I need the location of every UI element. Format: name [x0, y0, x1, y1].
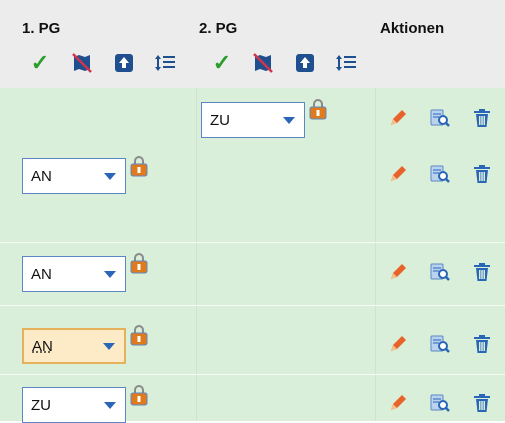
chevron-down-icon [104, 270, 116, 278]
lock-icon[interactable] [130, 384, 148, 406]
pg1-state-select[interactable]: ZU [22, 387, 126, 423]
delete-icon[interactable] [471, 163, 493, 185]
column-title-pg2: 2. PG [199, 20, 238, 37]
lock-icon[interactable] [130, 155, 148, 177]
row-divider [0, 305, 505, 306]
check-icon[interactable]: ✓ [29, 52, 51, 74]
chevron-down-icon [104, 172, 116, 180]
delete-icon[interactable] [471, 261, 493, 283]
row-divider [0, 374, 505, 375]
view-details-icon[interactable] [429, 392, 451, 414]
view-details-icon[interactable] [429, 163, 451, 185]
pg1-state-select[interactable]: AN [22, 256, 126, 292]
select-value: ZU [210, 111, 230, 129]
sort-lines-icon[interactable] [335, 52, 357, 74]
chevron-down-icon [103, 342, 115, 350]
pg1-state-select[interactable]: AN [22, 158, 126, 194]
map-off-icon[interactable] [252, 52, 274, 74]
lock-icon[interactable] [309, 98, 327, 120]
upload-icon[interactable] [113, 52, 135, 74]
select-value: ZU [31, 396, 51, 414]
check-icon[interactable]: ✓ [211, 52, 233, 74]
column-title-actions: Aktionen [380, 20, 445, 37]
delete-icon[interactable] [471, 392, 493, 414]
delete-icon[interactable] [471, 107, 493, 129]
column-divider [196, 88, 197, 421]
edit-icon[interactable] [387, 163, 409, 185]
chevron-down-icon [104, 401, 116, 409]
upload-icon[interactable] [294, 52, 316, 74]
table-header: 1. PG 2. PG Aktionen ✓ ✓ [0, 0, 505, 88]
select-value: AN [31, 167, 52, 185]
lock-icon[interactable] [130, 324, 148, 346]
select-value: AN [31, 265, 52, 283]
row-divider [0, 242, 505, 243]
view-details-icon[interactable] [429, 333, 451, 355]
view-details-icon[interactable] [429, 261, 451, 283]
edit-icon[interactable] [387, 392, 409, 414]
column-title-pg1: 1. PG [22, 20, 61, 37]
edit-icon[interactable] [387, 261, 409, 283]
delete-icon[interactable] [471, 333, 493, 355]
select-value: AN [32, 337, 53, 355]
lock-icon[interactable] [130, 252, 148, 274]
pg2-state-select[interactable]: ZU [201, 102, 305, 138]
chevron-down-icon [283, 116, 295, 124]
view-details-icon[interactable] [429, 107, 451, 129]
pg1-state-select[interactable]: AN [22, 328, 126, 364]
map-off-icon[interactable] [71, 52, 93, 74]
sort-lines-icon[interactable] [154, 52, 176, 74]
edit-icon[interactable] [387, 333, 409, 355]
column-divider [375, 88, 376, 421]
edit-icon[interactable] [387, 107, 409, 129]
